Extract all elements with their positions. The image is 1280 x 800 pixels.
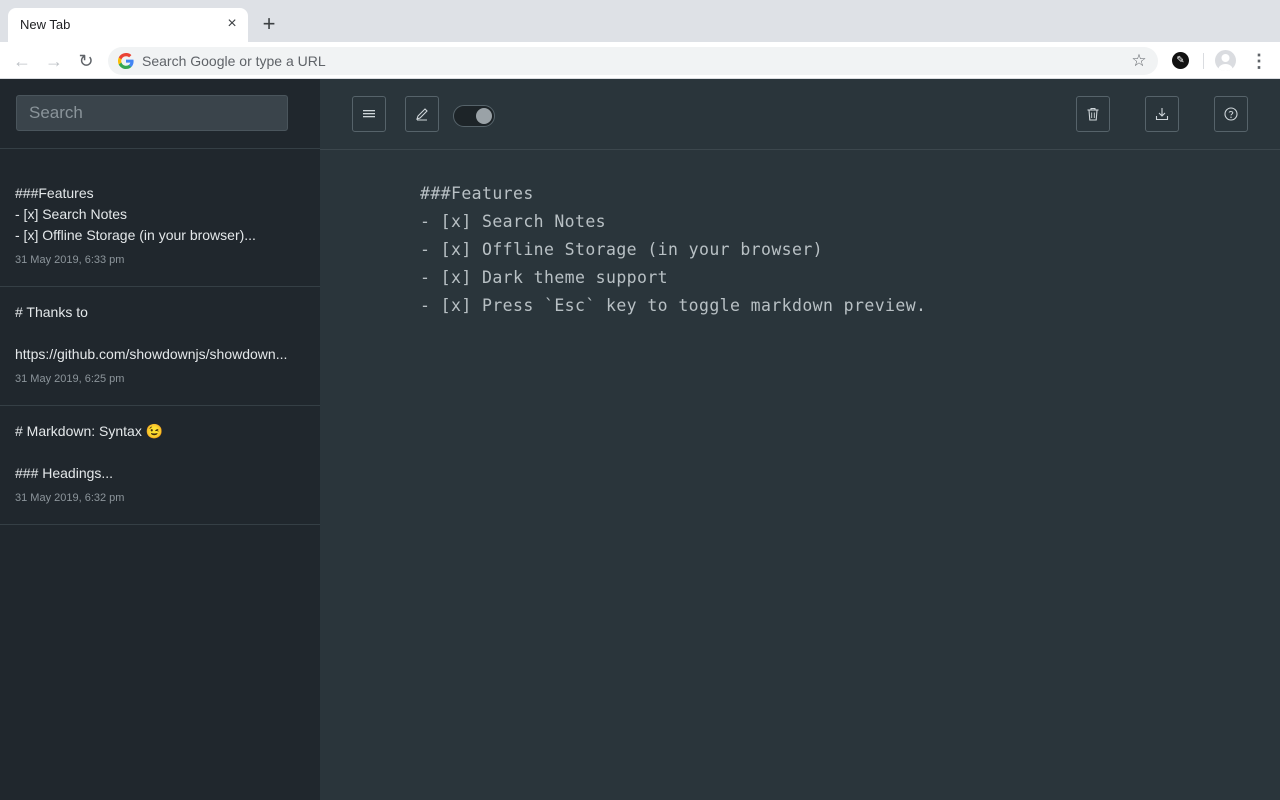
note-date: 31 May 2019, 6:25 pm <box>15 373 125 385</box>
toolbar-separator <box>1203 53 1204 69</box>
trash-icon <box>1087 108 1099 121</box>
kebab-menu-icon[interactable]: ⋮ <box>1250 50 1268 72</box>
address-input[interactable] <box>142 47 1102 75</box>
note-line: - [x] Offline Storage (in your browser).… <box>15 227 256 243</box>
note-line: # Markdown: Syntax 😉 <box>15 423 164 439</box>
editor-line: - [x] Offline Storage (in your browser) <box>420 240 824 259</box>
tab-title: New Tab <box>20 17 71 32</box>
note-date: 31 May 2019, 6:32 pm <box>15 492 125 504</box>
close-icon[interactable]: × <box>224 16 240 32</box>
bookmark-star-icon[interactable]: ☆ <box>1130 52 1148 70</box>
editor-line: - [x] Search Notes <box>420 212 607 231</box>
editor-line: ###Features <box>420 184 534 203</box>
browser-tab[interactable]: New Tab × <box>8 8 248 42</box>
markdown-editor[interactable]: ###Features - [x] Search Notes - [x] Off… <box>420 180 1240 320</box>
note-list-item[interactable]: ###Features - [x] Search Notes - [x] Off… <box>0 149 320 287</box>
omnibox[interactable]: ☆ <box>108 47 1158 75</box>
help-icon <box>1224 107 1238 121</box>
browser-toolbar: ← → ↻ ☆ ✎ ⋮ <box>0 42 1280 79</box>
note-line: - [x] Search Notes <box>15 206 128 222</box>
toggle-knob <box>476 108 492 124</box>
menu-button[interactable] <box>352 96 386 132</box>
editor-line: - [x] Press `Esc` key to toggle markdown… <box>420 296 927 315</box>
back-arrow-icon[interactable]: ← <box>10 49 34 73</box>
reload-icon[interactable]: ↻ <box>74 49 98 73</box>
google-icon <box>118 53 134 69</box>
browser-tabstrip: New Tab × + <box>0 0 1280 42</box>
hamburger-icon <box>363 110 375 118</box>
download-icon <box>1155 108 1169 121</box>
forward-arrow-icon[interactable]: → <box>42 49 66 73</box>
note-date: 31 May 2019, 6:33 pm <box>15 254 125 266</box>
edit-button[interactable] <box>405 96 439 132</box>
editor-line: - [x] Dark theme support <box>420 268 669 287</box>
notes-search-input[interactable] <box>16 95 288 131</box>
preview-toggle[interactable] <box>453 105 495 127</box>
download-button[interactable] <box>1145 96 1179 132</box>
note-line: https://github.com/showdownjs/showdown..… <box>15 346 288 362</box>
note-list-item[interactable]: # Thanks to https://github.com/showdownj… <box>0 287 320 406</box>
extension-icon[interactable]: ✎ <box>1172 52 1189 69</box>
delete-button[interactable] <box>1076 96 1110 132</box>
notes-sidebar: ###Features - [x] Search Notes - [x] Off… <box>0 79 320 800</box>
pencil-icon <box>416 108 428 121</box>
editor-toolbar <box>320 79 1280 150</box>
note-list-item[interactable]: # Markdown: Syntax 😉 ### Headings... 31 … <box>0 406 320 525</box>
note-line: ###Features <box>15 185 94 201</box>
profile-avatar-icon[interactable] <box>1215 50 1236 71</box>
help-button[interactable] <box>1214 96 1248 132</box>
note-line: ### Headings... <box>15 465 114 481</box>
new-tab-button[interactable]: + <box>258 13 280 35</box>
note-line: # Thanks to <box>15 304 88 320</box>
